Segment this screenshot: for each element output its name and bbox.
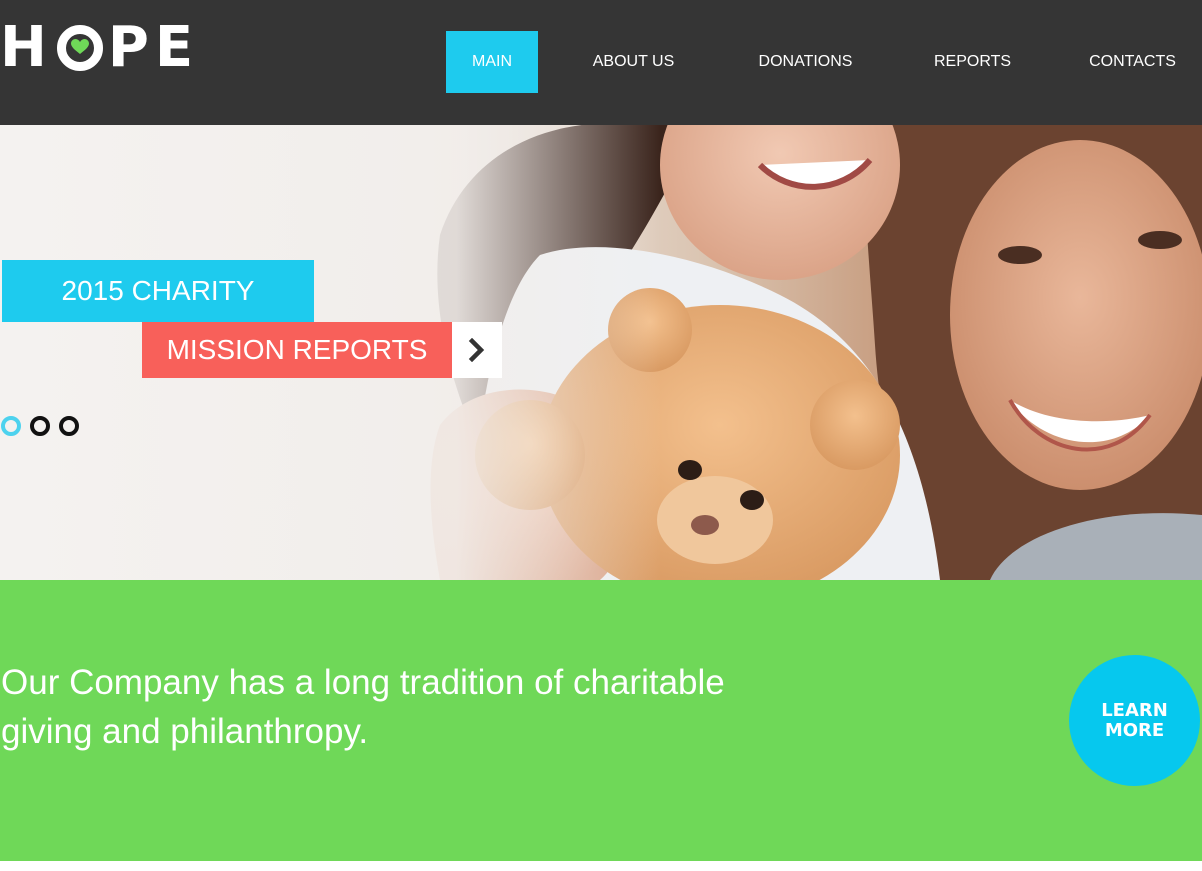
logo-letters-start: H — [0, 15, 53, 80]
logo-heart-o — [56, 25, 103, 71]
hero-slider: 2015 CHARITY MISSION REPORTS — [0, 125, 1202, 580]
slider-dot-1[interactable] — [1, 416, 21, 436]
promo-tagline: Our Company has a long tradition of char… — [1, 663, 725, 751]
hero-banner-title: 2015 CHARITY — [2, 260, 314, 322]
site-header: H PE MAIN ABOUT US DONATIONS REPORTS CON… — [0, 0, 1202, 125]
hope-logo[interactable]: H PE — [0, 15, 200, 80]
chevron-right-icon — [468, 338, 485, 362]
hero-banner-subtitle[interactable]: MISSION REPORTS — [142, 322, 452, 378]
slider-pagination — [1, 416, 79, 436]
nav-item-main[interactable]: MAIN — [446, 31, 538, 93]
hero-next-button[interactable] — [452, 322, 502, 378]
heart-icon — [70, 39, 89, 54]
nav-item-about-us[interactable]: ABOUT US — [538, 31, 729, 93]
promo-section: Our Company has a long tradition of char… — [0, 580, 1202, 861]
main-nav: MAIN ABOUT US DONATIONS REPORTS CONTACTS — [446, 31, 1202, 93]
slider-dot-2[interactable] — [30, 416, 50, 436]
slider-dot-3[interactable] — [59, 416, 79, 436]
nav-item-contacts[interactable]: CONTACTS — [1063, 31, 1202, 93]
nav-item-reports[interactable]: REPORTS — [882, 31, 1063, 93]
nav-item-donations[interactable]: DONATIONS — [729, 31, 882, 93]
learn-more-button[interactable]: LEARN MORE — [1069, 655, 1200, 786]
logo-letters-end: PE — [107, 15, 200, 80]
